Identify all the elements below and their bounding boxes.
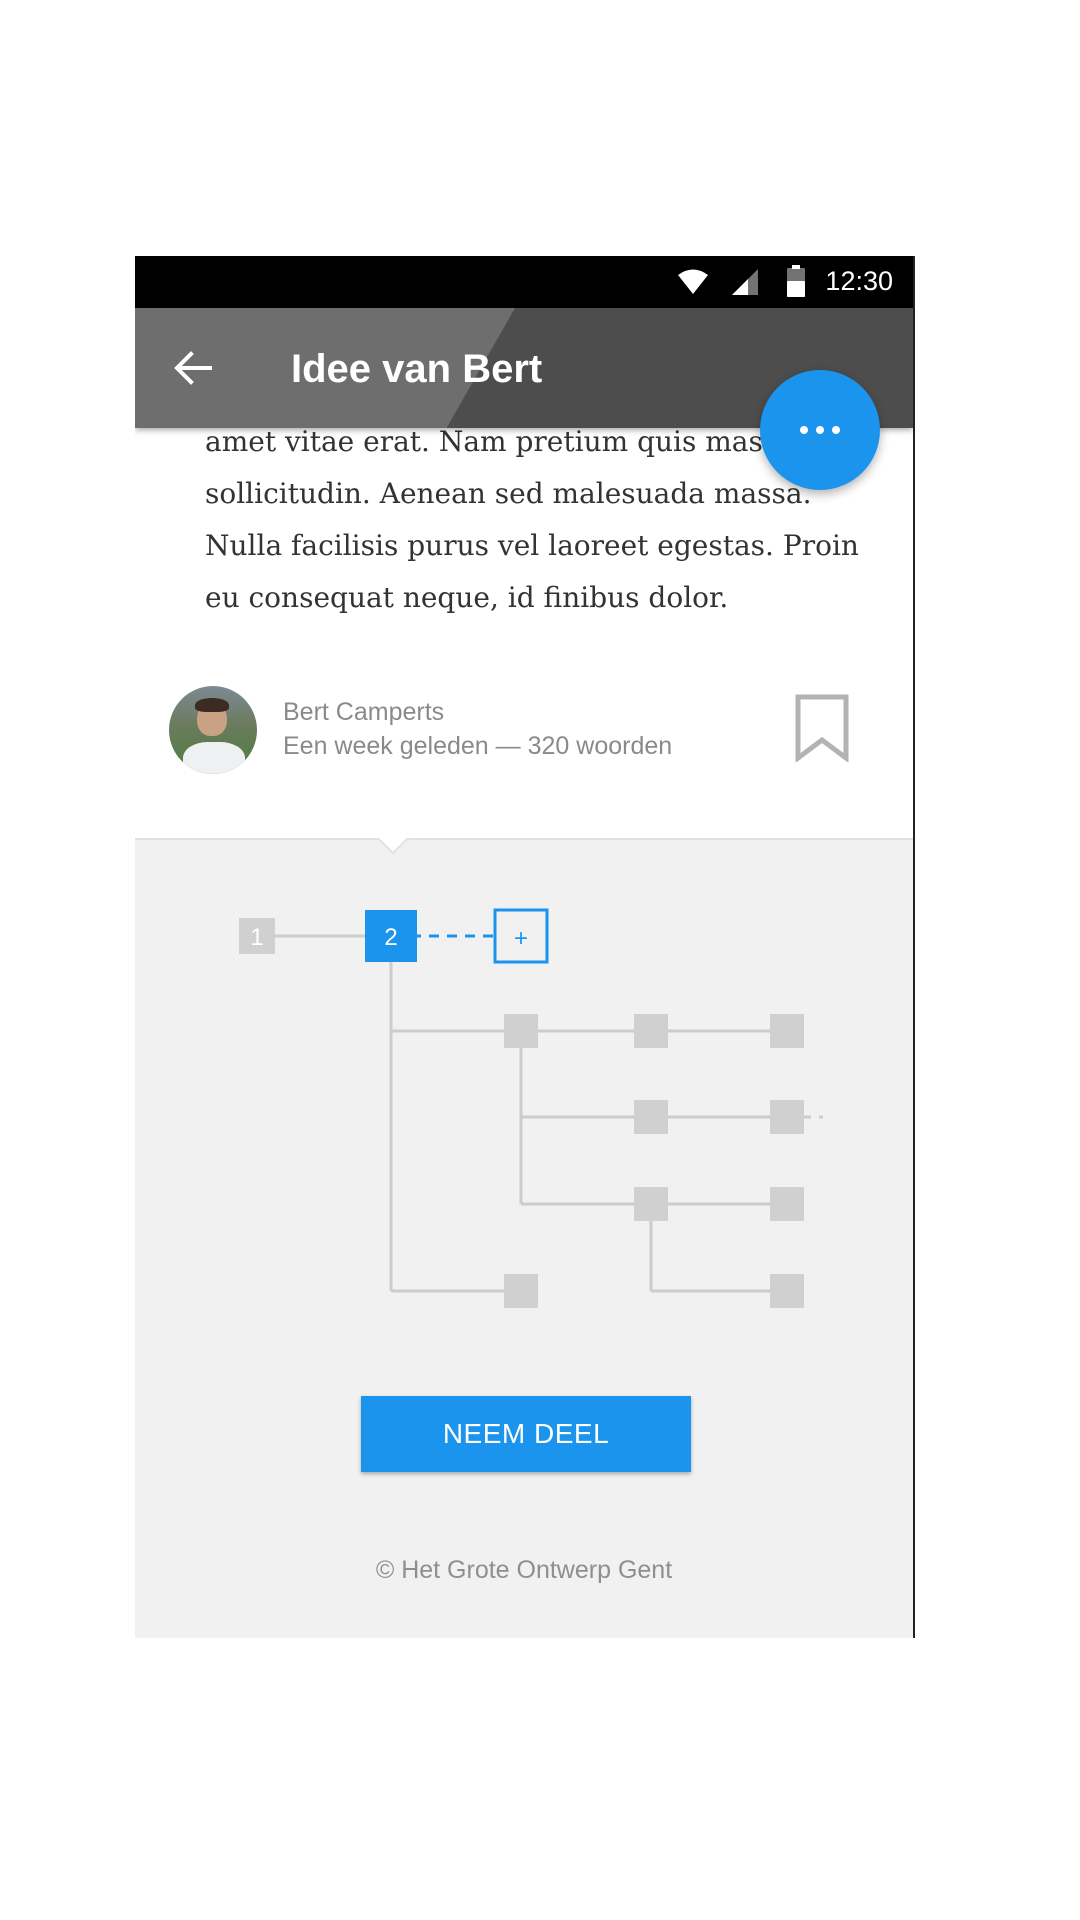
- status-bar: 12:30: [135, 256, 913, 308]
- tree-node[interactable]: [770, 1274, 804, 1308]
- tree-node[interactable]: [504, 1014, 538, 1048]
- back-button[interactable]: [163, 338, 223, 398]
- tree-node[interactable]: [770, 1014, 804, 1048]
- phone-screen: 12:30 Idee van Bert amet vitae erat. Nam…: [135, 256, 915, 1638]
- more-options-button[interactable]: [760, 370, 880, 490]
- signal-icon: [732, 269, 758, 295]
- tree-node[interactable]: [634, 1014, 668, 1048]
- tree-node[interactable]: [634, 1100, 668, 1134]
- join-button[interactable]: NEEM DEEL: [361, 1396, 691, 1472]
- wifi-icon: [678, 269, 708, 294]
- article-line: sollicitudin. Aenean sed malesuada massa…: [205, 477, 812, 510]
- author-row: Bert Camperts Een week geleden — 320 woo…: [135, 686, 913, 796]
- contribution-tree-section: 1 2 + NEEM DEEL © Het Grote Ontwerp Gent: [135, 823, 913, 1638]
- author-name[interactable]: Bert Camperts: [283, 696, 444, 728]
- article-line: Nulla facilisis purus vel laoreet egesta…: [205, 529, 859, 562]
- tree-node-current-label: 2: [384, 924, 397, 951]
- back-arrow-icon: [174, 351, 212, 385]
- battery-icon: [787, 265, 805, 297]
- more-horizontal-icon: [796, 421, 844, 439]
- tree-node[interactable]: [634, 1187, 668, 1221]
- article-line: eu consequat neque, id finibus dolor.: [205, 581, 729, 614]
- status-time: 12:30: [825, 266, 893, 296]
- article-meta: Een week geleden — 320 woorden: [283, 732, 673, 760]
- tree-node[interactable]: [504, 1274, 538, 1308]
- page-title: Idee van Bert: [291, 347, 543, 391]
- add-node-label: +: [514, 925, 528, 952]
- footer-copyright: © Het Grote Ontwerp Gent: [375, 1556, 673, 1584]
- bookmark-icon[interactable]: [795, 694, 849, 762]
- contribution-tree: 1 2 +: [239, 908, 823, 1308]
- tree-node[interactable]: [770, 1187, 804, 1221]
- avatar[interactable]: [169, 686, 257, 774]
- tree-node[interactable]: [770, 1100, 804, 1134]
- tree-node-first-label: 1: [250, 924, 263, 951]
